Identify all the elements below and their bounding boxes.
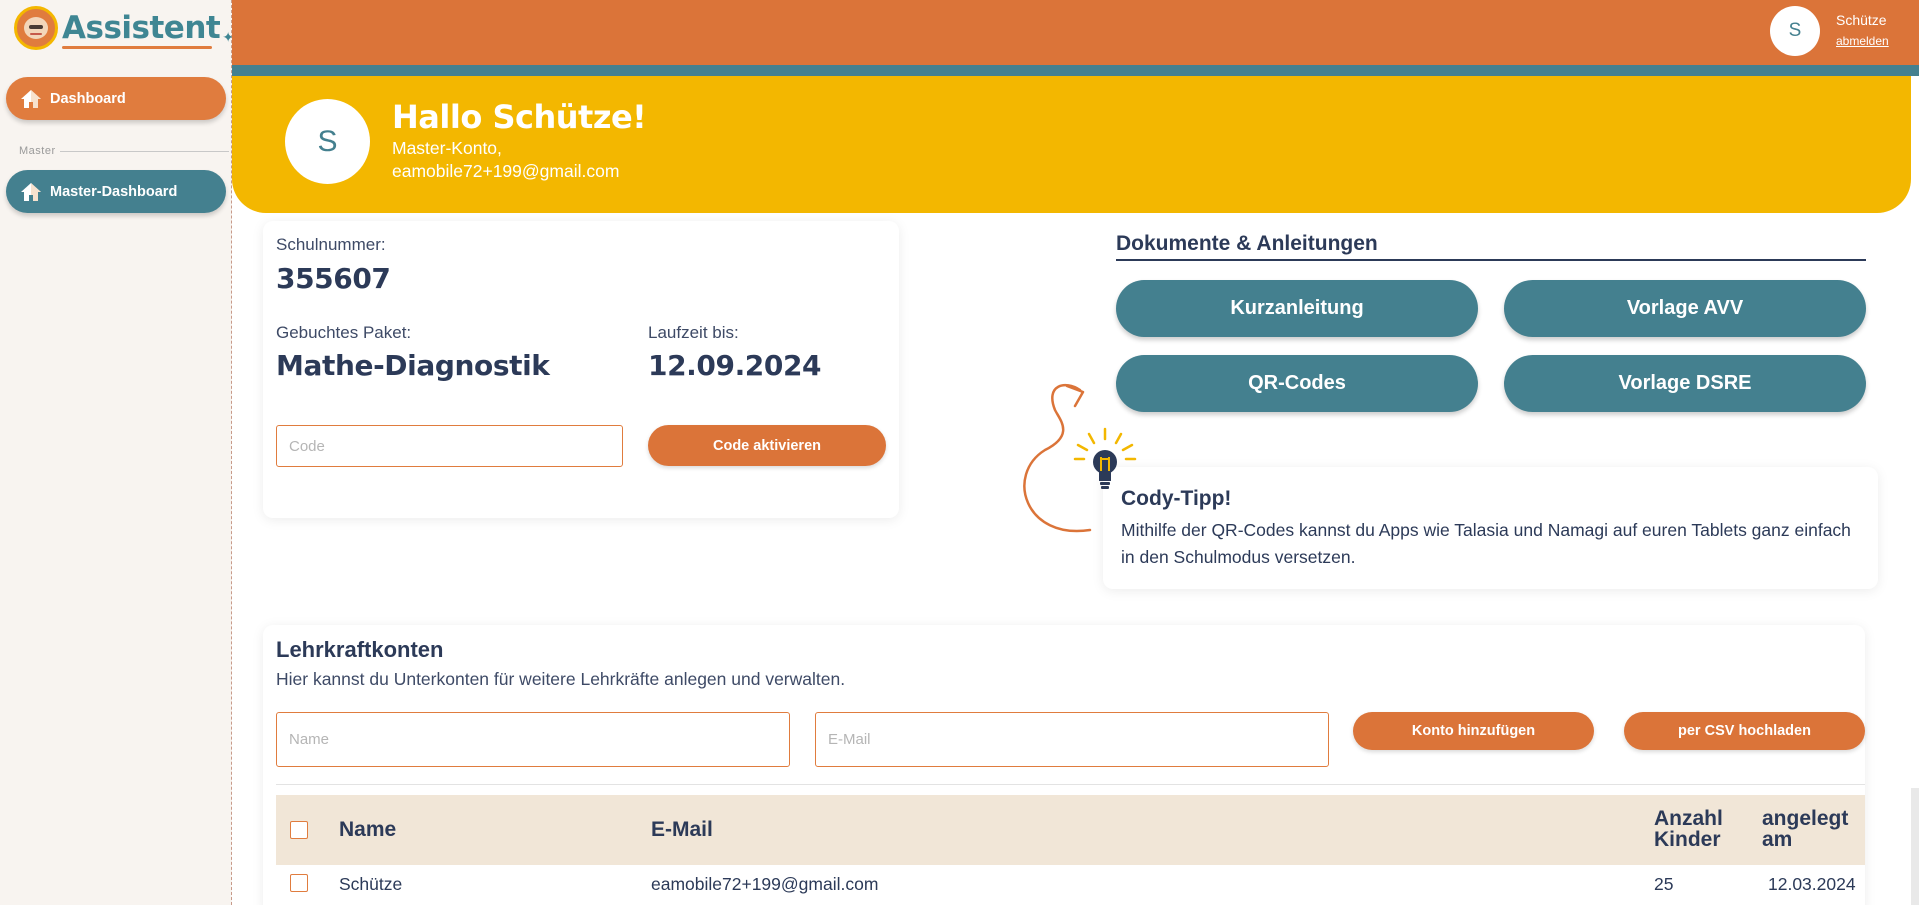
teacher-email-input[interactable] [815,712,1329,767]
mascot-face-icon [14,6,58,50]
user-avatar[interactable]: S [1770,6,1820,56]
table-header [276,795,1865,865]
tip-text: Mithilfe der QR-Codes kannst du Apps wie… [1121,520,1851,567]
column-header-name[interactable]: Name [339,819,396,840]
logout-link[interactable]: abmelden [1836,34,1889,48]
row-checkbox[interactable] [290,874,308,892]
teacher-accounts-title: Lehrkraftkonten [276,637,444,662]
top-bar [232,0,1919,65]
greeting-title: Hallo Schütze! [392,98,647,136]
teacher-name-input[interactable] [276,712,790,767]
banner-avatar: S [285,99,370,184]
add-account-button[interactable]: Konto hinzufügen [1353,712,1594,750]
select-all-checkbox[interactable] [290,821,308,839]
sidebar-item-label: Dashboard [50,90,126,107]
page-scrollbar[interactable] [1911,788,1919,905]
runtime-label: Laufzeit bis: [648,323,739,342]
school-number-value: 355607 [276,262,391,295]
row-name: Schütze [339,874,403,894]
package-value: Mathe-Diagnostik [276,349,550,382]
column-header-created-line2[interactable]: am [1762,829,1792,850]
sidebar-item-label: Master-Dashboard [50,183,178,200]
top-bar-stripe [232,65,1919,76]
csv-upload-button[interactable]: per CSV hochladen [1624,712,1865,750]
logo-text: Assistent [62,10,221,49]
column-header-email[interactable]: E-Mail [651,819,713,840]
table-divider [276,784,1865,785]
teacher-accounts-subtitle: Hier kannst du Unterkonten für weitere L… [276,669,846,689]
row-children-count: 25 [1654,874,1674,894]
activate-code-button[interactable]: Code aktivieren [648,425,886,466]
app-logo[interactable]: Assistent ✦ [14,6,234,50]
dsre-template-button[interactable]: Vorlage DSRE [1504,355,1866,412]
package-label: Gebuchtes Paket: [276,323,412,342]
school-number-label: Schulnummer: [276,235,386,254]
house-icon [21,182,41,201]
column-header-children-line1[interactable]: Anzahl [1654,808,1723,829]
column-header-children-line2[interactable]: Kinder [1654,829,1721,850]
documents-title: Dokumente & Anleitungen [1116,232,1378,255]
column-header-created-line1[interactable]: angelegt [1762,808,1848,829]
row-email: eamobile72+199@gmail.com [651,874,879,894]
sidebar-section-master: Master [19,145,229,157]
row-created-date: 12.03.2024 [1768,874,1856,894]
sidebar-item-master-dashboard[interactable]: Master-Dashboard [6,170,226,213]
avv-template-button[interactable]: Vorlage AVV [1504,280,1866,337]
qr-codes-button[interactable]: QR-Codes [1116,355,1478,412]
user-name: Schütze [1836,12,1887,28]
sidebar: Assistent ✦ Dashboard Master Master-Dash… [0,0,234,905]
house-icon [21,89,41,108]
account-type: Master-Konto, [392,138,502,158]
documents-underline [1116,259,1866,261]
short-guide-button[interactable]: Kurzanleitung [1116,280,1478,337]
tip-title: Cody-Tipp! [1121,487,1232,510]
account-email: eamobile72+199@gmail.com [392,161,620,181]
sidebar-item-dashboard[interactable]: Dashboard [6,77,226,120]
code-input[interactable] [276,425,623,467]
runtime-value: 12.09.2024 [648,349,822,382]
